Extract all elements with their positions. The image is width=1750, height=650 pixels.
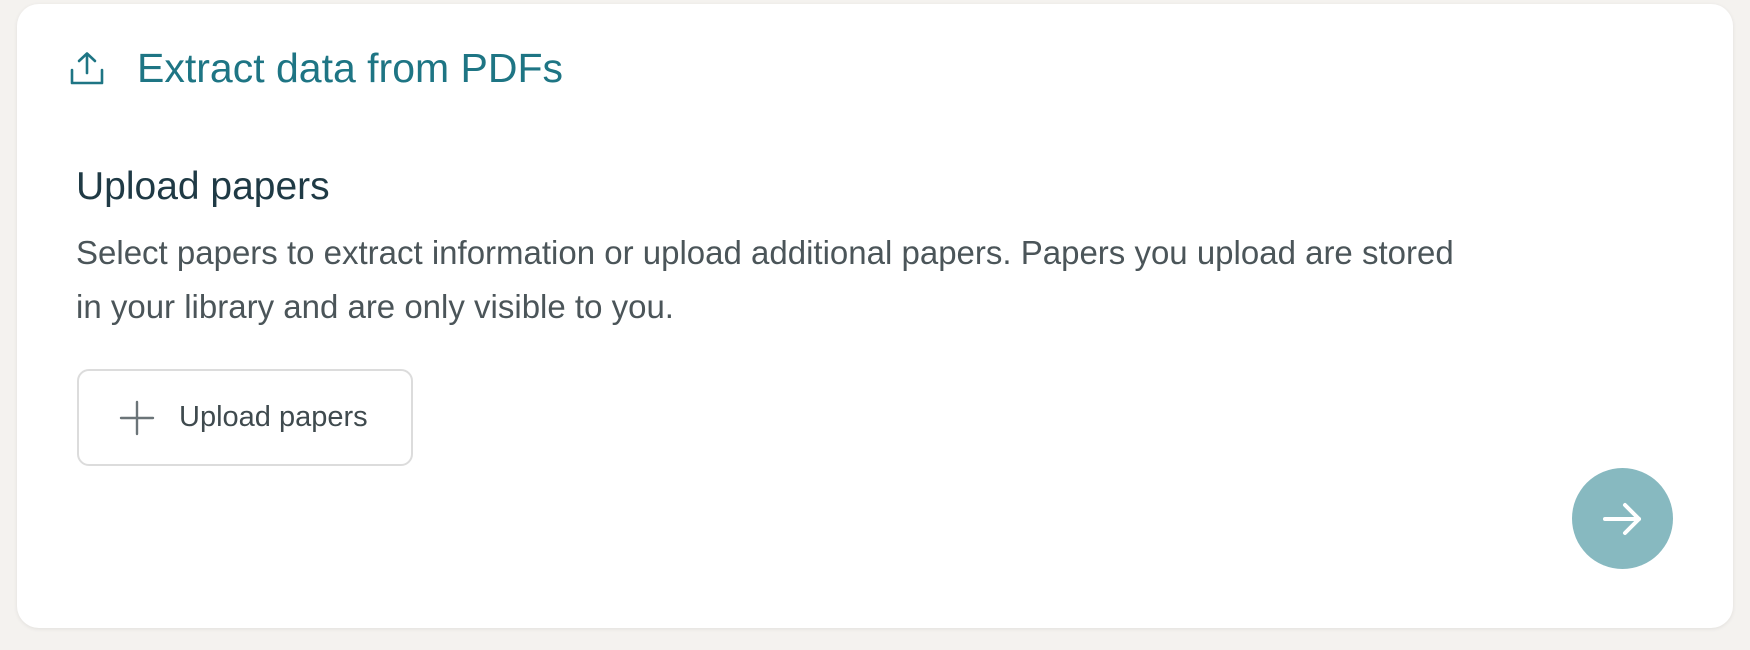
next-button[interactable] [1572,468,1673,569]
upload-papers-label: Upload papers [179,401,368,433]
plus-icon [119,400,155,436]
extract-card: Extract data from PDFs Upload papers Sel… [17,4,1733,628]
page-title: Extract data from PDFs [137,45,564,91]
section-title: Upload papers [76,165,330,208]
upload-icon [69,50,105,86]
upload-papers-button[interactable]: Upload papers [77,369,413,466]
arrow-right-icon [1601,497,1645,541]
section-description: Select papers to extract information or … [76,234,1454,325]
card-header: Extract data from PDFs [69,40,563,96]
